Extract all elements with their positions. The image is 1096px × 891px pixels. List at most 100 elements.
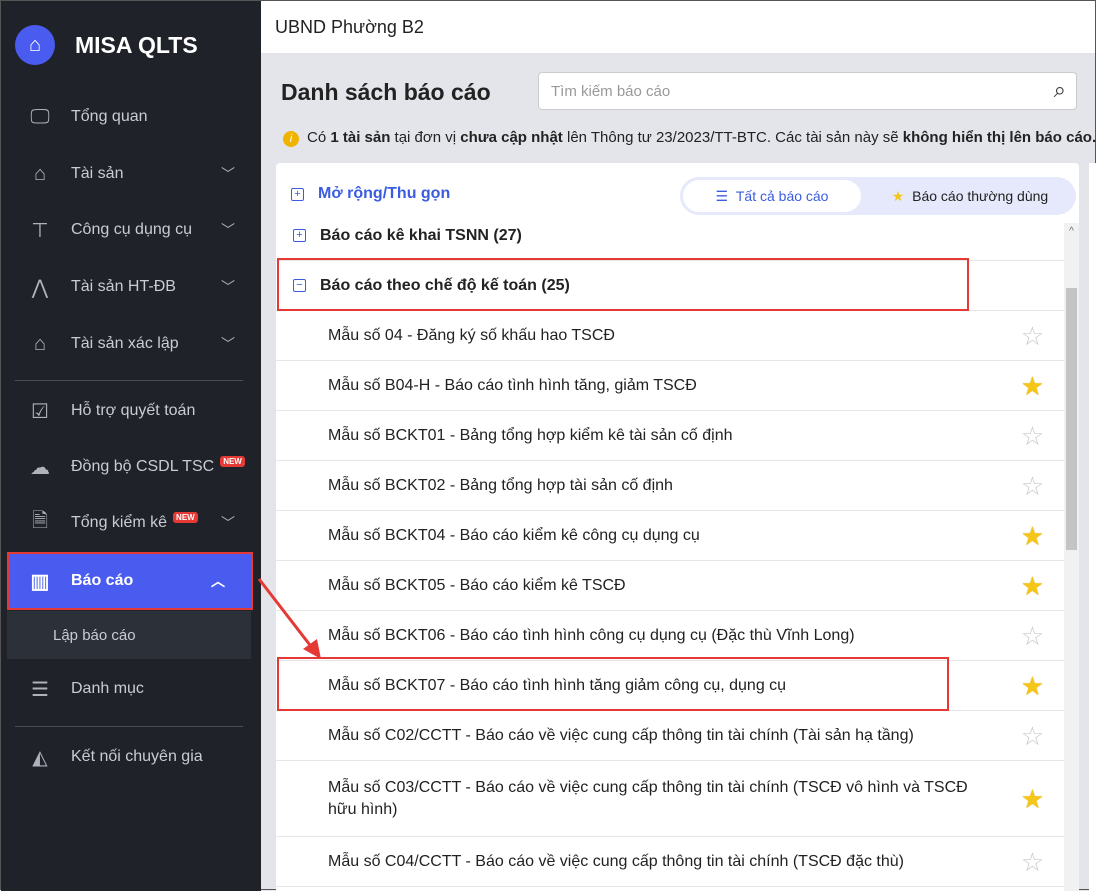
group-label: Báo cáo kê khai TSNN (27) (320, 226, 522, 244)
monitor-chart-icon: 🖵 (30, 105, 50, 128)
road-icon: ⋀ (31, 276, 49, 299)
notice-text: tại đơn vị (390, 129, 461, 146)
sidebar-item-8[interactable]: ▥ Báo cáo ︿ (7, 552, 253, 610)
report-row[interactable]: Mẫu số BCKT05 - Báo cáo kiểm kê TSCĐ ★ (276, 561, 1064, 611)
report-row[interactable]: Mẫu số C02/CCTT - Báo cáo về việc cung c… (276, 711, 1064, 761)
report-label: Mẫu số BCKT04 - Báo cáo kiểm kê công cụ … (328, 526, 700, 544)
sidebar-item-label: Tổng quan (71, 108, 148, 125)
chevron-down-icon[interactable]: ﹀ (221, 513, 235, 533)
info-icon: i (283, 131, 299, 147)
star-filled-icon[interactable]: ★ (1021, 673, 1044, 699)
star-outline-icon[interactable]: ☆ (1021, 423, 1044, 449)
divider (15, 380, 243, 381)
tab-label: Báo cáo thường dùng (912, 188, 1049, 204)
star-icon: ★ (891, 188, 913, 204)
expand-label: Mở rộng/Thu gọn (318, 185, 451, 202)
notice-text: chưa cập nhật (460, 129, 563, 146)
sidebar-item-2[interactable]: ⊤ Công cụ dụng cụ ﹀ (1, 208, 261, 252)
search-input[interactable]: Tìm kiếm báo cáo ⌕ (538, 72, 1077, 110)
sidebar-item-label: Tài sản (71, 165, 124, 182)
report-row[interactable]: Mẫu số C03/CCTT - Báo cáo về việc cung c… (276, 761, 1064, 837)
list-icon: ☰ (715, 188, 736, 204)
sidebar-item-5[interactable]: ☑ Hỗ trợ quyết toán (1, 389, 261, 433)
sidebar-item-label: Tài sản xác lập (71, 335, 179, 352)
report-row[interactable]: Mẫu số BCKT02 - Bảng tổng hợp tài sản cố… (276, 461, 1064, 511)
report-row[interactable]: Mẫu số BCKT06 - Báo cáo tình hình công c… (276, 611, 1064, 661)
tab-all-reports[interactable]: ☰ Tất cả báo cáo (683, 180, 861, 212)
sidebar-item-10[interactable]: ◭ Kết nối chuyên gia (1, 735, 261, 779)
star-filled-icon[interactable]: ★ (1021, 373, 1044, 399)
report-label: Mẫu số BCKT02 - Bảng tổng hợp tài sản cố… (328, 476, 673, 494)
plus-icon[interactable]: + (293, 229, 306, 242)
sidebar: ⌂ MISA QLTS 🖵 Tổng quan ⌂ Tài sản ﹀ ⊤ Công cụ … (1, 1, 261, 891)
sidebar-item-label: Danh mục (71, 680, 144, 697)
sidebar-item-label: Công cụ dụng cụ (71, 221, 192, 238)
sidebar-item-0[interactable]: 🖵 Tổng quan (1, 95, 261, 139)
sidebar-item-7[interactable]: 🗎 Tổng kiểm kê NEW ﹀ (1, 501, 261, 545)
sidebar-item-label: Tổng kiểm kê (71, 514, 168, 531)
sidebar-item-label: Hỗ trợ quyết toán (71, 402, 196, 419)
star-outline-icon[interactable]: ☆ (1021, 323, 1044, 349)
sidebar-subitem-lap-bao-cao[interactable]: Lập báo cáo (7, 611, 251, 659)
report-label: Mẫu số B04-H - Báo cáo tình hình tăng, g… (328, 376, 697, 394)
report-label: Mẫu số C03/CCTT - Báo cáo về việc cung c… (328, 778, 968, 818)
search-icon[interactable]: ⌕ (1054, 77, 1066, 103)
logo-icon: ⌂ (15, 25, 55, 65)
star-outline-icon[interactable]: ☆ (1021, 849, 1044, 875)
brand-name: MISA QLTS (75, 32, 198, 58)
chevron-down-icon[interactable]: ﹀ (221, 220, 235, 240)
star-outline-icon[interactable]: ☆ (1021, 473, 1044, 499)
report-row[interactable]: Mẫu số B04-H - Báo cáo tình hình tăng, g… (276, 361, 1064, 411)
house-car-icon: ⌂ (33, 162, 47, 185)
divider (15, 726, 243, 727)
expert-icon: ◭ (32, 746, 48, 769)
tab-label: Tất cả báo cáo (735, 188, 829, 204)
sidebar-item-9[interactable]: ☰ Danh mục (1, 667, 261, 711)
report-group[interactable]: + Báo cáo kê khai TSNN (27) (276, 211, 1064, 261)
highlight-box (277, 657, 949, 711)
star-filled-icon[interactable]: ★ (1021, 523, 1044, 549)
plus-icon: + (291, 188, 304, 201)
report-label: Mẫu số BCKT05 - Báo cáo kiểm kê TSCĐ (328, 576, 626, 594)
report-label: Mẫu số BCKT01 - Bảng tổng hợp kiểm kê tà… (328, 426, 733, 444)
notice-text: 1 tài sản (330, 129, 391, 146)
sidebar-item-label: Báo cáo (71, 572, 134, 589)
cloud-upload-icon: ☁ (30, 456, 50, 479)
sidebar-item-label: Đồng bộ CSDL TSC (71, 458, 215, 475)
list-icon: ☰ (31, 678, 49, 701)
chevron-down-icon[interactable]: ﹀ (221, 164, 235, 184)
sidebar-item-1[interactable]: ⌂ Tài sản ﹀ (1, 152, 261, 196)
org-header: UBND Phường B2 (261, 1, 1095, 53)
star-outline-icon[interactable]: ☆ (1021, 723, 1044, 749)
scrollbar-thumb[interactable] (1066, 288, 1077, 550)
chevron-up-icon[interactable]: ︿ (211, 571, 225, 591)
new-badge: NEW (220, 455, 245, 467)
report-row[interactable]: Mẫu số C04/CCTT - Báo cáo về việc cung c… (276, 837, 1064, 887)
new-badge: NEW (173, 511, 198, 523)
report-row[interactable]: Mẫu số BCKT01 - Bảng tổng hợp kiểm kê tà… (276, 411, 1064, 461)
search-placeholder: Tìm kiếm báo cáo (551, 83, 671, 100)
sidebar-item-6[interactable]: ☁ Đồng bộ CSDL TSC NEW (1, 445, 261, 489)
paint-roller-icon: ⊤ (31, 219, 49, 242)
bar-chart-icon: ▥ (30, 570, 50, 593)
sidebar-item-4[interactable]: ⌂ Tài sản xác lập ﹀ (1, 322, 261, 366)
report-row[interactable]: Mẫu số 04 - Đăng ký số khấu hao TSCĐ ☆ (276, 311, 1064, 361)
house-car-icon: ⌂ (33, 332, 47, 355)
highlight-box (277, 258, 969, 311)
star-filled-icon[interactable]: ★ (1021, 573, 1044, 599)
chevron-down-icon[interactable]: ﹀ (221, 277, 235, 297)
report-label: Mẫu số C04/CCTT - Báo cáo về việc cung c… (328, 852, 904, 870)
star-filled-icon[interactable]: ★ (1021, 786, 1044, 812)
expand-collapse-button[interactable]: + Mở rộng/Thu gọn (291, 185, 450, 203)
star-outline-icon[interactable]: ☆ (1021, 623, 1044, 649)
scrollbar[interactable]: ^ (1064, 223, 1079, 891)
report-row[interactable]: Mẫu số BCKT04 - Báo cáo kiểm kê công cụ … (276, 511, 1064, 561)
view-toggle: ☰ Tất cả báo cáo ★ Báo cáo thường dùng (680, 177, 1076, 215)
report-label: Mẫu số 04 - Đăng ký số khấu hao TSCĐ (328, 326, 615, 344)
arrow-annotation (257, 578, 321, 659)
report-label: Mẫu số C02/CCTT - Báo cáo về việc cung c… (328, 726, 914, 744)
tab-favorite-reports[interactable]: ★ Báo cáo thường dùng (870, 180, 1070, 212)
checklist-icon: ☑ (31, 400, 49, 423)
chevron-down-icon[interactable]: ﹀ (221, 334, 235, 354)
sidebar-item-3[interactable]: ⋀ Tài sản HT-ĐB ﹀ (1, 265, 261, 309)
